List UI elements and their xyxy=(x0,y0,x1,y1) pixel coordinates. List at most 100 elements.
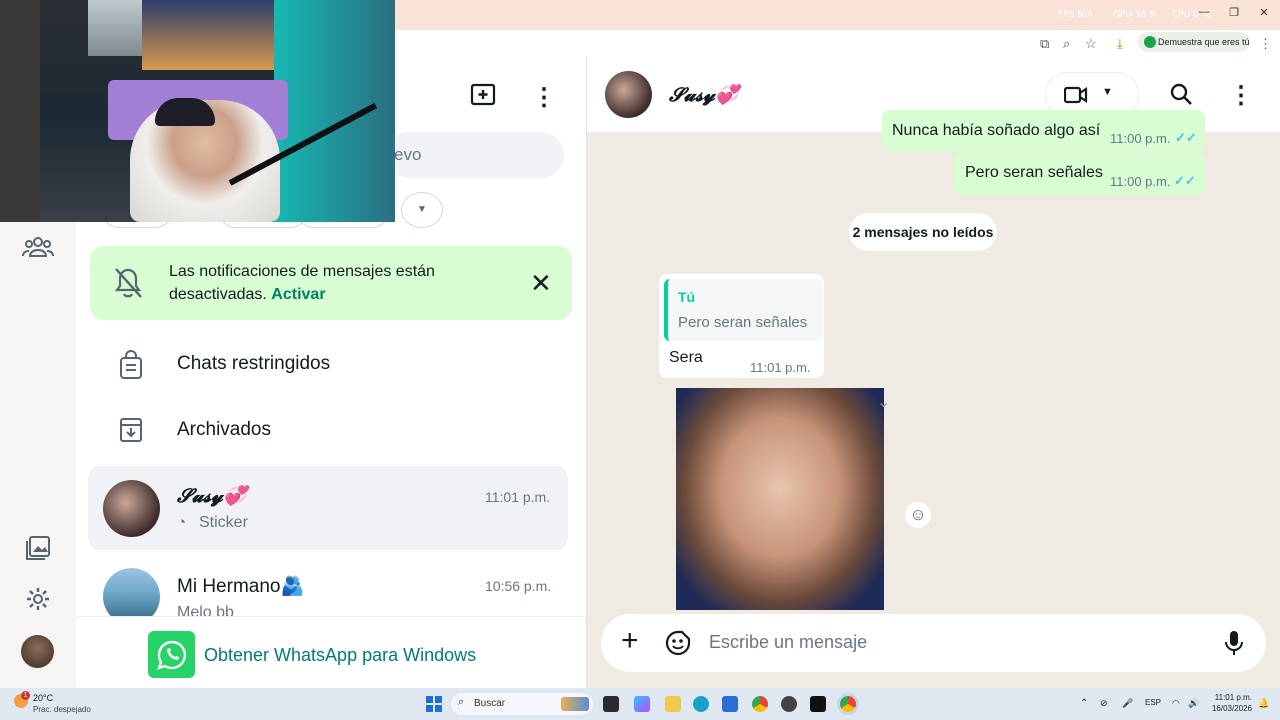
fps-indicator: FPS N/A xyxy=(1058,10,1094,20)
communities-icon[interactable] xyxy=(20,229,56,265)
notifications-bell-icon[interactable]: 🔔 xyxy=(1258,698,1269,709)
archived-label: Archivados xyxy=(177,419,271,440)
chat-menu-icon[interactable]: ⋮ xyxy=(1229,81,1253,110)
chevron-down-icon: ▼ xyxy=(1102,86,1113,98)
message-text: Nunca había soñado algo así xyxy=(892,122,1101,139)
microphone-icon[interactable] xyxy=(1225,630,1243,661)
store-icon[interactable] xyxy=(722,696,738,712)
search-icon[interactable] xyxy=(1169,82,1193,111)
file-explorer-icon[interactable] xyxy=(665,696,681,712)
unread-divider: 2 mensajes no leídos xyxy=(849,213,997,251)
wifi-icon[interactable]: ◠ xyxy=(1172,698,1180,709)
windows-start-icon[interactable] xyxy=(426,696,442,712)
chat-area: 𝓢𝓾𝓼𝔂💞 ▼ ⋮ Nunca había soñado algo así 11… xyxy=(587,56,1280,688)
message-out[interactable]: Nunca había soñado algo así 11:00 p.m. ✓… xyxy=(882,110,1205,152)
notification-banner: Las notificaciones de mensajes están des… xyxy=(90,246,572,320)
tiktok-icon[interactable] xyxy=(810,696,826,712)
copilot-icon[interactable] xyxy=(634,696,650,712)
whatsapp-logo-icon xyxy=(148,631,195,678)
contact-name[interactable]: 𝓢𝓾𝓼𝔂💞 xyxy=(669,83,739,106)
panel-menu-icon[interactable]: ⋮ xyxy=(532,83,556,112)
media-icon[interactable] xyxy=(20,530,56,566)
bookmark-star-icon[interactable]: ☆ xyxy=(1085,36,1097,52)
verify-button[interactable]: Demuestra que eres tú xyxy=(1138,32,1250,52)
avatar xyxy=(103,480,160,537)
poster-image xyxy=(142,0,274,70)
message-time: 11:00 p.m. xyxy=(1110,174,1171,189)
install-app-icon[interactable]: ⧉ xyxy=(1040,36,1049,52)
message-text: Sera xyxy=(669,349,703,366)
message-in[interactable]: Tú Pero seran señales Sera 11:01 p.m. xyxy=(659,274,824,378)
chrome-icon[interactable] xyxy=(752,696,768,712)
tray-chevron-icon[interactable]: ⌃ xyxy=(1080,698,1088,709)
archive-icon xyxy=(119,417,143,448)
profile-avatar[interactable] xyxy=(21,635,54,668)
message-composer: + xyxy=(601,614,1266,672)
tray-app-icon[interactable]: ⊘ xyxy=(1100,698,1108,709)
taskbar-search-input[interactable]: ⌕ Buscar xyxy=(451,693,593,715)
react-emoji-icon[interactable]: ☺ xyxy=(905,502,931,528)
new-chat-icon[interactable] xyxy=(470,82,498,113)
weather-desc: Prac. despejado xyxy=(33,705,91,714)
gpu-indicator: GPU 36 % xyxy=(1113,10,1158,20)
chat-preview: Sticker xyxy=(199,514,248,531)
message-input[interactable] xyxy=(707,631,1191,654)
search-icon: ⌕ xyxy=(458,696,465,708)
volume-icon[interactable]: 🔊 xyxy=(1188,698,1199,709)
search-highlight-image xyxy=(561,697,589,711)
bell-off-icon xyxy=(112,266,144,305)
lock-list-icon xyxy=(118,350,144,385)
clock-date[interactable]: 16/03/2026 xyxy=(1206,704,1252,713)
get-app-banner[interactable]: Obtener WhatsApp para Windows xyxy=(76,616,586,688)
close-icon[interactable]: ✕ xyxy=(530,268,552,299)
message-time: 11:01 p.m. xyxy=(750,360,811,375)
weather-temp: 20°C xyxy=(33,693,54,703)
obs-icon[interactable] xyxy=(781,696,797,712)
clock-time[interactable]: 11:01 p.m. xyxy=(1210,693,1252,702)
chat-name: 𝓢𝓾𝓼𝔂💞 xyxy=(177,485,247,507)
search-input[interactable]: evo xyxy=(386,132,564,178)
restricted-chats-row[interactable]: Chats restringidos xyxy=(88,334,568,394)
poster-image xyxy=(88,0,142,56)
task-view-icon[interactable] xyxy=(603,696,619,712)
shield-icon xyxy=(1144,36,1156,48)
taskbar: 1 20°C Prac. despejado ⌕ Buscar ⌃ ⊘ 🎤 ES… xyxy=(0,688,1280,720)
message-out[interactable]: Pero seran señales 11:00 p.m. ✓✓ xyxy=(954,153,1205,195)
activate-link[interactable]: Activar xyxy=(271,286,325,303)
tray-mic-icon[interactable]: 🎤 xyxy=(1122,698,1133,709)
get-app-label: Obtener WhatsApp para Windows xyxy=(204,645,477,665)
message-text: Pero seran señales xyxy=(965,164,1103,181)
sticker-icon[interactable] xyxy=(665,630,691,661)
quoted-message[interactable]: Tú Pero seran señales xyxy=(664,279,823,341)
browser-menu-icon[interactable]: ⋮ xyxy=(1259,36,1272,52)
video-camera-icon xyxy=(1064,86,1088,104)
close-window-icon[interactable]: ✕ xyxy=(1250,6,1278,19)
quoted-author: Tú xyxy=(678,289,696,305)
chat-name: Mi Hermano🫂 xyxy=(177,576,305,597)
restore-icon[interactable]: ❐ xyxy=(1220,6,1248,19)
edge-icon[interactable] xyxy=(693,696,709,712)
double-check-icon: ✓✓ xyxy=(1174,173,1196,188)
zoom-icon[interactable]: ⌕ xyxy=(1063,36,1070,52)
settings-gear-icon[interactable] xyxy=(20,581,56,617)
attach-plus-icon[interactable]: + xyxy=(621,626,639,656)
chat-time: 10:56 p.m. xyxy=(485,578,552,594)
minimize-icon[interactable]: — xyxy=(1190,6,1218,18)
taskbar-search-label: Buscar xyxy=(474,698,506,709)
chrome-active-icon[interactable] xyxy=(840,696,856,712)
archived-row[interactable]: Archivados xyxy=(88,399,568,459)
weather-badge: 1 xyxy=(21,691,30,700)
sticker-icon: ◔ xyxy=(177,514,187,531)
filter-more-chevron-icon[interactable]: ▼ xyxy=(401,192,443,228)
cap xyxy=(155,98,215,126)
message-options-chevron-icon[interactable]: ⌄ xyxy=(877,392,890,412)
sticker-image[interactable] xyxy=(676,388,884,610)
download-icon[interactable]: ⤓ xyxy=(1117,36,1123,52)
chat-time: 11:01 p.m. xyxy=(485,489,551,505)
chat-item-susy[interactable]: 𝓢𝓾𝓼𝔂💞 11:01 p.m. ◔ Sticker xyxy=(88,466,568,550)
restricted-chats-label: Chats restringidos xyxy=(177,353,331,374)
language-indicator[interactable]: ESP xyxy=(1145,698,1161,707)
contact-avatar[interactable] xyxy=(605,71,652,118)
message-time: 11:00 p.m. xyxy=(1110,131,1171,146)
quoted-text: Pero seran señales xyxy=(678,314,808,331)
